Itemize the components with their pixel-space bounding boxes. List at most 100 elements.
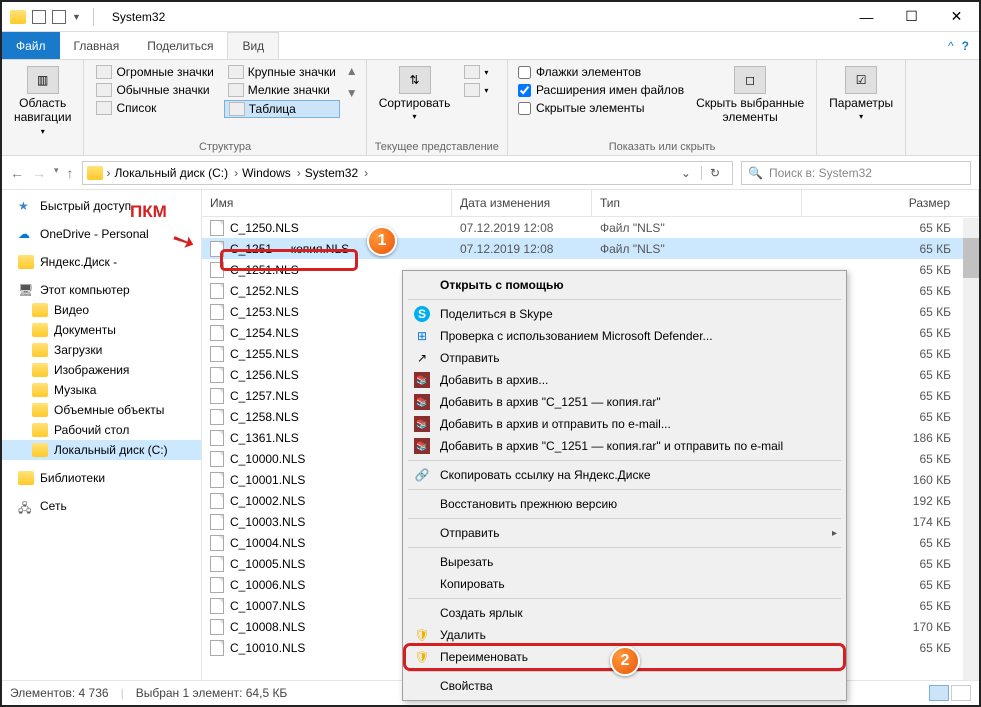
layout-large[interactable]: Крупные значки — [224, 64, 340, 80]
tree-item[interactable]: Загрузки — [2, 340, 201, 360]
tree-item[interactable]: Изображения — [2, 360, 201, 380]
file-icon — [210, 409, 224, 425]
file-icon — [210, 220, 224, 236]
add-columns-button[interactable]: ▾ — [460, 64, 492, 80]
ctx-send[interactable]: ↗Отправить — [406, 347, 843, 369]
shield-icon: 🛡 — [414, 627, 430, 643]
layout-details[interactable]: Таблица — [224, 100, 340, 118]
annotation-label: ПКМ — [130, 202, 167, 222]
crumb[interactable]: System32 — [305, 166, 368, 180]
minimize-button[interactable]: — — [844, 2, 889, 32]
tree-item[interactable]: Музыка — [2, 380, 201, 400]
ctx-send-to[interactable]: Отправить▸ — [406, 522, 843, 544]
file-icon — [210, 556, 224, 572]
check-hidden[interactable]: Скрытые элементы — [516, 100, 686, 116]
file-icon — [210, 577, 224, 593]
recent-button[interactable]: ▾ — [54, 165, 59, 181]
crumb[interactable]: Локальный диск (C:) — [115, 166, 239, 180]
ctx-archive-email[interactable]: 📚Добавить в архив и отправить по e-mail.… — [406, 413, 843, 435]
search-input[interactable]: 🔍 Поиск в: System32 — [741, 161, 971, 185]
tab-home[interactable]: Главная — [60, 32, 134, 59]
ctx-shortcut[interactable]: Создать ярлык — [406, 602, 843, 624]
tree-yandex[interactable]: Яндекс.Диск - — [2, 252, 201, 272]
ctx-open-with[interactable]: Открыть с помощью — [406, 274, 843, 296]
hide-selected-button[interactable]: ◻Скрыть выбранные элементы — [692, 64, 808, 127]
link-icon: 🔗 — [414, 467, 430, 483]
scrollbar[interactable] — [963, 218, 979, 680]
up-button[interactable]: ↑ — [67, 165, 74, 181]
ctx-delete[interactable]: 🛡Удалить — [406, 624, 843, 646]
file-icon — [210, 325, 224, 341]
maximize-button[interactable]: ☐ — [889, 2, 934, 32]
libraries-icon — [18, 471, 34, 485]
ctx-cut[interactable]: Вырезать — [406, 551, 843, 573]
back-button[interactable]: ← — [10, 165, 24, 181]
view-icons-button[interactable] — [951, 685, 971, 701]
close-button[interactable]: ✕ — [934, 2, 979, 32]
sort-button[interactable]: ⇅Сортировать▾ — [375, 64, 455, 124]
layout-list[interactable]: Список — [92, 100, 217, 116]
collapse-ribbon-icon[interactable]: ^ — [948, 39, 954, 53]
ctx-properties[interactable]: Свойства — [406, 675, 843, 697]
cloud-icon: ☁ — [18, 227, 34, 241]
size-columns-button[interactable]: ▾ — [460, 82, 492, 98]
qat-button[interactable] — [52, 10, 66, 24]
tree-quick-access[interactable]: ★Быстрый доступ — [2, 196, 201, 216]
crumb[interactable]: Windows — [242, 166, 301, 180]
tree-item[interactable]: Документы — [2, 320, 201, 340]
tree-item[interactable]: Объемные объекты — [2, 400, 201, 420]
tree-this-pc[interactable]: 🖥Этот компьютер — [2, 280, 201, 300]
ribbon: ▥ Область навигации ▾ Огромные значки Об… — [2, 60, 979, 156]
ctx-prev-version[interactable]: Восстановить прежнюю версию — [406, 493, 843, 515]
refresh-button[interactable]: ↻ — [701, 166, 728, 180]
pc-icon: 🖥 — [18, 283, 34, 297]
send-icon: ↗ — [414, 350, 430, 366]
folder-icon — [32, 423, 48, 437]
file-row[interactable]: C_1250.NLS07.12.2019 12:08Файл "NLS"65 К… — [202, 217, 979, 238]
skype-icon: S — [414, 306, 430, 322]
file-icon — [210, 598, 224, 614]
navigation-pane-button[interactable]: ▥ Область навигации ▾ — [10, 64, 75, 138]
address-bar: ← → ▾ ↑ › Локальный диск (C:) Windows Sy… — [2, 156, 979, 190]
tree-item[interactable]: Рабочий стол — [2, 420, 201, 440]
col-date[interactable]: Дата изменения — [452, 190, 592, 216]
layout-small[interactable]: Мелкие значки — [224, 82, 340, 98]
layout-huge[interactable]: Огромные значки — [92, 64, 217, 80]
sort-icon: ⇅ — [399, 66, 431, 94]
options-button[interactable]: ☑Параметры▾ — [825, 64, 897, 124]
forward-button[interactable]: → — [32, 165, 46, 181]
col-type[interactable]: Тип — [592, 190, 802, 216]
tab-view[interactable]: Вид — [227, 32, 279, 59]
qat-button[interactable] — [32, 10, 46, 24]
ctx-defender[interactable]: ⊞Проверка с использованием Microsoft Def… — [406, 325, 843, 347]
col-name[interactable]: Имя — [202, 190, 452, 216]
path-dropdown[interactable]: ⌄ — [675, 166, 697, 180]
tab-share[interactable]: Поделиться — [133, 32, 227, 59]
folder-icon — [32, 403, 48, 417]
help-icon[interactable]: ? — [962, 39, 969, 53]
tab-file[interactable]: Файл — [2, 32, 60, 59]
ctx-copy[interactable]: Копировать — [406, 573, 843, 595]
view-details-button[interactable] — [929, 685, 949, 701]
file-icon — [210, 472, 224, 488]
ctx-yandex-link[interactable]: 🔗Скопировать ссылку на Яндекс.Диске — [406, 464, 843, 486]
ctx-archive-named[interactable]: 📚Добавить в архив "C_1251 — копия.rar" — [406, 391, 843, 413]
file-icon — [210, 388, 224, 404]
ribbon-tabs: Файл Главная Поделиться Вид ^? — [2, 32, 979, 60]
check-extensions[interactable]: Расширения имен файлов — [516, 82, 686, 98]
ctx-skype[interactable]: SПоделиться в Skype — [406, 303, 843, 325]
layout-normal[interactable]: Обычные значки — [92, 82, 217, 98]
tree-libraries[interactable]: Библиотеки — [2, 468, 201, 488]
tree-item[interactable]: Видео — [2, 300, 201, 320]
qat-dropdown[interactable]: ▼ — [72, 12, 81, 22]
annotation-badge-1: 1 — [367, 226, 397, 256]
ctx-archive-add[interactable]: 📚Добавить в архив... — [406, 369, 843, 391]
navigation-tree: ★Быстрый доступ ☁OneDrive - Personal Янд… — [2, 190, 202, 680]
tree-item[interactable]: Локальный диск (C:) — [2, 440, 201, 460]
check-item-checkboxes[interactable]: Флажки элементов — [516, 64, 686, 80]
col-size[interactable]: Размер — [802, 190, 979, 216]
scroll-thumb[interactable] — [963, 238, 979, 278]
tree-network[interactable]: 🖧Сеть — [2, 496, 201, 516]
breadcrumb-bar[interactable]: › Локальный диск (C:) Windows System32 ⌄… — [82, 161, 733, 185]
ctx-archive-named-email[interactable]: 📚Добавить в архив "C_1251 — копия.rar" и… — [406, 435, 843, 457]
